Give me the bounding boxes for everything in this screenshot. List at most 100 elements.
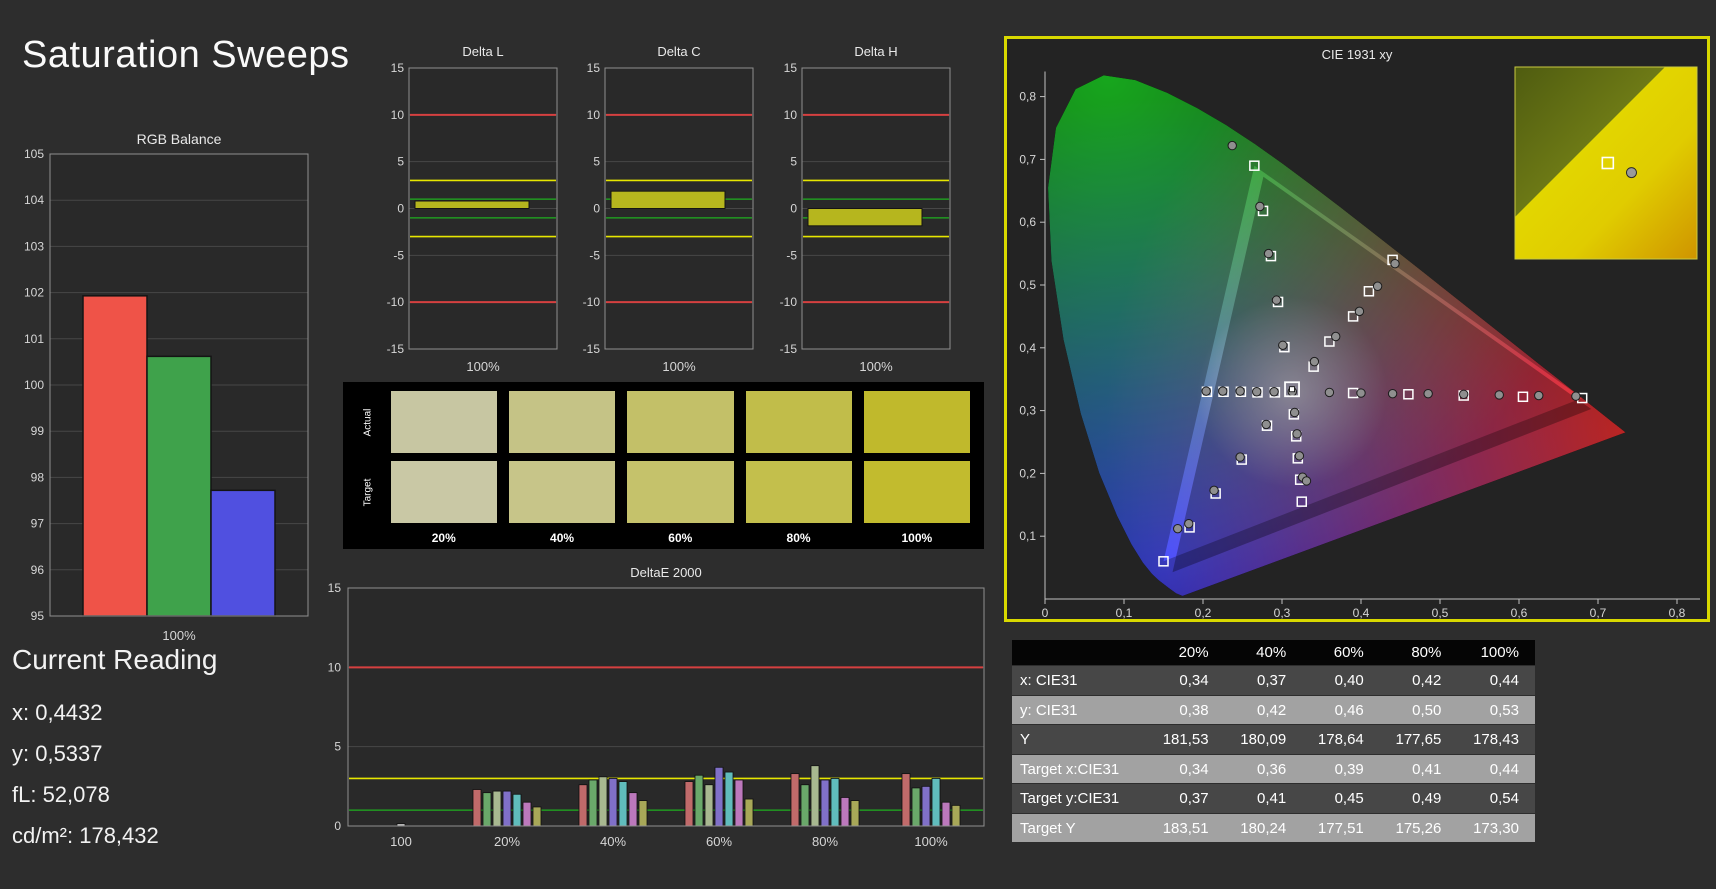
- y-tick-label: -15: [387, 342, 405, 356]
- y-tick-label: -15: [583, 342, 601, 356]
- table-row-label: Y: [1020, 731, 1031, 748]
- measured-point: [1423, 388, 1433, 399]
- deltae-bar: [684, 781, 694, 827]
- measured-point: [1534, 390, 1544, 401]
- y-tick-label: 96: [31, 563, 45, 577]
- table-cell: 178,64: [1317, 731, 1364, 748]
- deltae-bar: [628, 792, 638, 827]
- measured-point: [1278, 340, 1288, 350]
- swatch-col-label: 60%: [668, 531, 693, 545]
- y-tick-label: 100: [24, 378, 44, 392]
- y-tick-label: -10: [780, 295, 798, 309]
- x-tick-label: 80%: [812, 834, 838, 849]
- table-cell: 0,34: [1179, 760, 1209, 778]
- deltae-bar: [694, 774, 704, 827]
- measured-point: [1571, 391, 1581, 401]
- deltae-bar: [492, 790, 502, 827]
- measured-point: [1269, 387, 1279, 397]
- swatch-col-label: 100%: [901, 531, 933, 545]
- y-tick-label: 0: [593, 202, 600, 216]
- swatch-row-label-text: Actual: [362, 408, 374, 436]
- delta-bar: [610, 190, 726, 209]
- y-tick-label: 95: [31, 609, 45, 623]
- table-col-header: 20%: [1178, 644, 1209, 661]
- table-header-row: 20% 40% 60% 80% 100%: [1012, 640, 1535, 666]
- table-cell: 175,26: [1395, 819, 1442, 837]
- table-col-header: 60%: [1333, 644, 1364, 661]
- delta-c-chart: Delta C 15 10 5 0 -5 -10 -15 100%: [583, 44, 754, 374]
- cie-1931-chart: CIE 1931 xy 0 0,1 0,2 0,3 0,4 0,5 0,6 0,7 0,8 0,1 0…: [1019, 47, 1700, 620]
- delta-h-chart: Delta H 15 10 5 0 -5 -10 -15 100%: [780, 44, 951, 374]
- deltae-bar: [901, 773, 911, 827]
- measured-point: [1173, 523, 1183, 534]
- swatch-col-labels: 20% 40% 60% 80% 100%: [357, 531, 970, 545]
- color-swatch: [745, 461, 852, 523]
- y-tick-label: 5: [790, 155, 797, 169]
- deltae-bar: [840, 797, 850, 827]
- reading-y: y: 0,5337: [12, 741, 103, 766]
- measured-point: [1235, 386, 1245, 396]
- measurement-table: 20% 40% 60% 80% 100% x: CIE31 0,34 0,37 0,40 0,42…: [1012, 640, 1535, 843]
- x-tick-label: 60%: [706, 834, 732, 849]
- table-cell: 0,45: [1334, 790, 1364, 807]
- measured-point: [1301, 476, 1312, 486]
- chart-title: DeltaE 2000: [630, 565, 702, 580]
- deltae-bar: [724, 771, 734, 827]
- table-row: x: CIE31 0,34 0,37 0,40 0,42 0,44: [1012, 666, 1535, 696]
- y-tick-label: 15: [391, 61, 405, 75]
- measured-point: [1294, 451, 1305, 461]
- y-tick-label: 0,7: [1019, 152, 1036, 166]
- y-tick-label: 5: [593, 155, 600, 169]
- deltae-bar: [532, 806, 542, 827]
- color-swatch: [745, 391, 852, 453]
- table-row-label: y: CIE31: [1020, 701, 1078, 719]
- plot-bg: [348, 588, 984, 826]
- saturation-swatches: Actual Target 20% 40% 60% 80% 100%: [343, 382, 984, 549]
- measured-point: [1387, 388, 1398, 399]
- x-tick-label: 0,4: [1353, 606, 1370, 619]
- table-cell: 0,44: [1489, 672, 1519, 689]
- measured-point: [1390, 258, 1400, 269]
- x-tick-label: 0,8: [1669, 606, 1686, 619]
- measured-point: [1494, 390, 1504, 400]
- current-reading-panel: Current Reading x: 0,4432 y: 0,5337 fL: …: [12, 644, 217, 856]
- color-swatch: [627, 461, 734, 523]
- measured-point: [1324, 387, 1335, 398]
- table-cell: 0,39: [1334, 760, 1364, 778]
- deltae-bar: [810, 765, 820, 827]
- x-tick-label: 100%: [859, 359, 893, 374]
- measured-point: [1459, 389, 1469, 399]
- y-tick-label: -10: [583, 295, 601, 309]
- table-cell: 0,46: [1334, 701, 1364, 719]
- measured-point: [1209, 485, 1219, 496]
- y-tick-label: 10: [391, 108, 405, 122]
- table-row: Target y:CIE31 0,37 0,41 0,45 0,49 0,54: [1012, 784, 1535, 814]
- x-tick-label: 0,6: [1511, 606, 1528, 619]
- table-cell: 173,30: [1473, 819, 1519, 837]
- table-col-header: 80%: [1411, 644, 1442, 661]
- y-tick-label: -5: [786, 248, 797, 262]
- reading-fl: fL: 52,078: [12, 782, 110, 807]
- chart-title: RGB Balance: [137, 131, 222, 147]
- color-swatch: [509, 391, 616, 453]
- table-cell: 0,54: [1489, 790, 1519, 807]
- measured-point: [1271, 295, 1282, 305]
- x-tick-label: 100%: [162, 628, 196, 643]
- y-tick-label: 98: [31, 470, 45, 484]
- y-tick-label: 102: [24, 286, 44, 300]
- y-tick-label: 0: [334, 819, 341, 833]
- deltae-bar: [482, 792, 492, 827]
- table-cell: 0,42: [1256, 701, 1287, 719]
- table-cell: 0,44: [1489, 760, 1519, 778]
- table-row-label: Target y:CIE31: [1020, 790, 1120, 807]
- y-tick-label: 0: [397, 202, 404, 216]
- chart-title: CIE 1931 xy: [1322, 47, 1393, 62]
- table-row: Y 181,53 180,09 178,64 177,65 178,43: [1012, 725, 1535, 755]
- measured-point: [1255, 201, 1265, 212]
- actual-swatch-row: Actual: [357, 391, 971, 453]
- y-tick-label: 0,8: [1019, 90, 1036, 104]
- target-swatch-row: Target: [357, 461, 971, 523]
- bar-red: [82, 295, 148, 617]
- y-tick-label: 10: [328, 660, 342, 674]
